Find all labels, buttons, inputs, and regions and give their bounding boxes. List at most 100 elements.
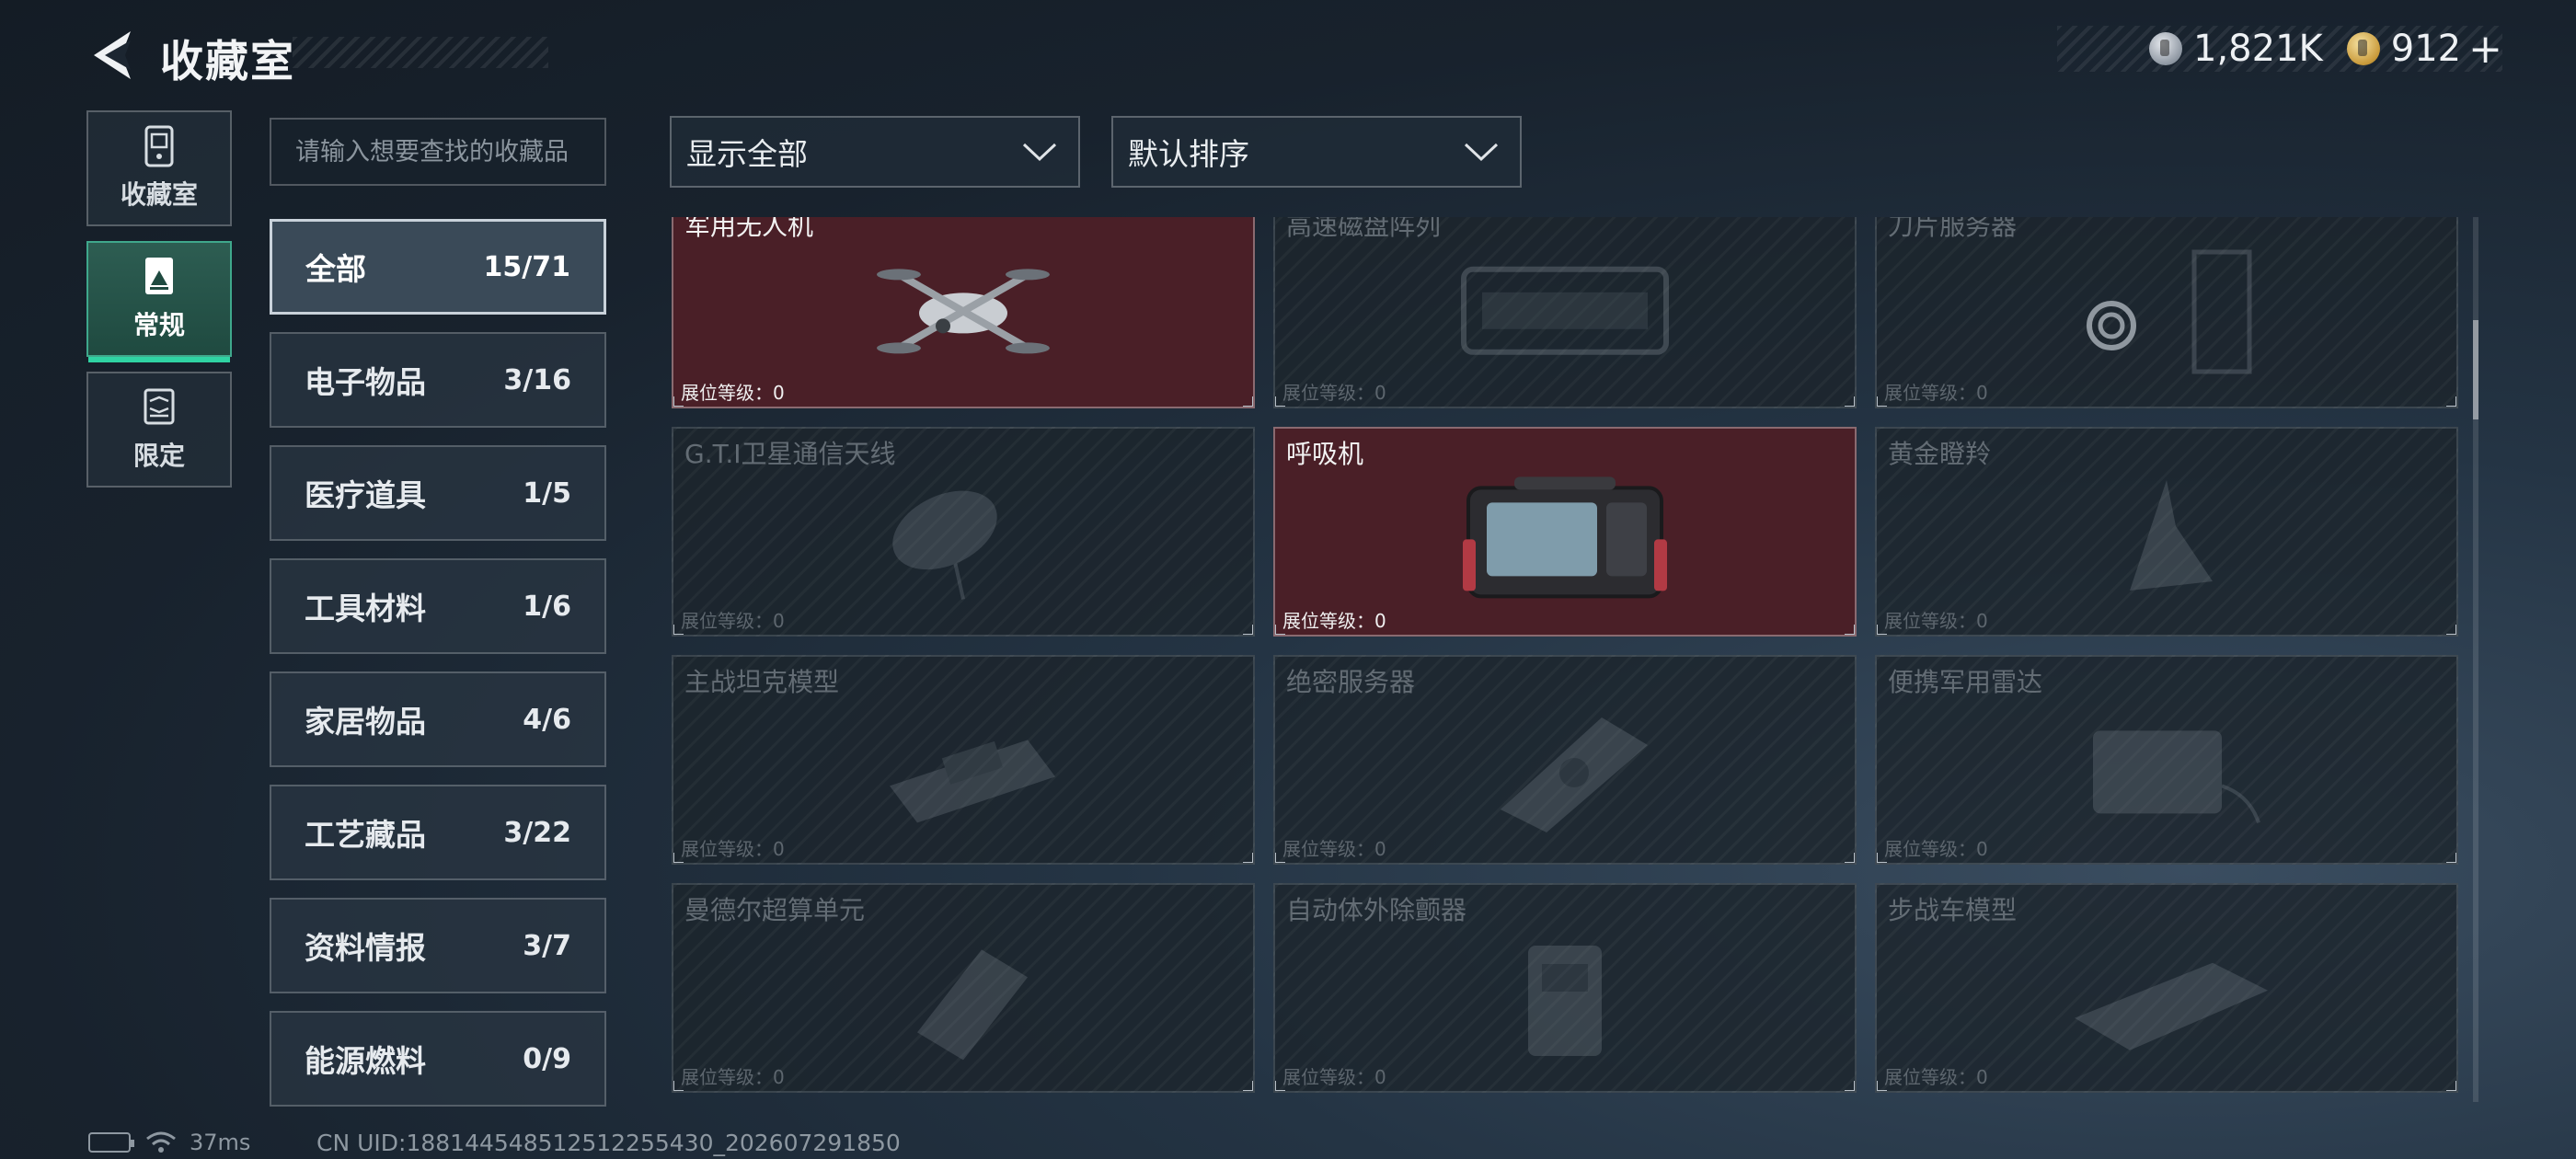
item-level: 展位等级：0 — [1282, 838, 1386, 860]
category-count: 15/71 — [483, 250, 570, 283]
item-name: 步战车模型 — [1888, 895, 2018, 925]
disk-array-icon — [1461, 266, 1669, 355]
category-name: 工艺藏品 — [305, 817, 426, 853]
collection-grid: 军用无人机 展位等级：0 高速磁盘阵列 展位等级：0 刀片服务器 展位等级：0 … — [670, 217, 2460, 1102]
rail-tab-regular[interactable]: 常规 — [86, 241, 232, 362]
collection-item-mandel-supercomputer[interactable]: 曼德尔超算单元 展位等级：0 — [672, 883, 1255, 1093]
collection-item-ventilator[interactable]: 呼吸机 展位等级：0 — [1273, 427, 1857, 637]
item-level: 展位等级：0 — [1884, 610, 1988, 632]
silver-amount: 1,821K — [2193, 28, 2323, 70]
satellite-dish-icon — [892, 490, 997, 600]
ifv-model-icon — [2075, 962, 2268, 1050]
category-count: 1/6 — [523, 590, 571, 623]
collection-item-portable-radar[interactable]: 便携军用雷达 展位等级：0 — [1875, 655, 2458, 865]
drone-icon — [877, 269, 1050, 354]
chevron-down-icon — [1464, 143, 1499, 162]
wifi-icon — [146, 1131, 176, 1153]
page-title: 收藏室 — [160, 37, 295, 87]
display-filter-value: 显示全部 — [686, 136, 808, 172]
gold-amount: 912 — [2390, 28, 2462, 70]
category-crafts[interactable]: 工艺藏品 3/22 — [270, 785, 606, 880]
limited-card-icon — [144, 388, 175, 425]
category-tools[interactable]: 工具材料 1/6 — [270, 558, 606, 654]
rail-label: 收藏室 — [120, 179, 198, 210]
category-name: 电子物品 — [305, 364, 426, 400]
category-intel[interactable]: 资料情报 3/7 — [270, 898, 606, 993]
category-household[interactable]: 家居物品 4/6 — [270, 671, 606, 767]
collection-item-disk-array[interactable]: 高速磁盘阵列 展位等级：0 — [1273, 217, 1857, 408]
radar-icon — [2093, 730, 2260, 824]
category-count: 0/9 — [523, 1042, 571, 1075]
category-count: 4/6 — [523, 703, 571, 736]
item-name: 军用无人机 — [684, 217, 814, 241]
collection-item-ifv-model[interactable]: 步战车模型 展位等级：0 — [1875, 883, 2458, 1093]
category-count: 3/7 — [523, 929, 571, 962]
collection-item-tank-model[interactable]: 主战坦克模型 展位等级：0 — [672, 655, 1255, 865]
item-level: 展位等级：0 — [681, 838, 785, 860]
item-level: 展位等级：0 — [1884, 382, 1988, 404]
rail-label: 限定 — [132, 441, 185, 471]
item-name: G.T.I卫星通信天线 — [684, 439, 896, 469]
blade-server-icon — [2087, 249, 2252, 374]
item-name: 高速磁盘阵列 — [1286, 217, 1442, 241]
item-level: 展位等级：0 — [1282, 1066, 1386, 1088]
category-name: 能源燃料 — [305, 1043, 426, 1079]
rail-tab-limited[interactable]: 限定 — [86, 372, 232, 488]
collection-item-golden-gazelle[interactable]: 黄金瞪羚 展位等级：0 — [1875, 427, 2458, 637]
sort-dropdown[interactable]: 默认排序 — [1111, 116, 1522, 188]
collection-item-blade-server[interactable]: 刀片服务器 展位等级：0 — [1875, 217, 2458, 408]
gold-coin-icon — [2346, 32, 2380, 65]
ventilator-icon — [1463, 476, 1667, 599]
category-electronics[interactable]: 电子物品 3/16 — [270, 332, 606, 428]
category-count: 1/5 — [523, 476, 571, 510]
category-name: 医疗道具 — [305, 477, 426, 513]
category-count: 3/22 — [503, 816, 571, 849]
category-name: 全部 — [305, 251, 366, 287]
item-name: 黄金瞪羚 — [1888, 439, 1992, 469]
rail-tab-collection-room[interactable]: 收藏室 — [86, 110, 232, 226]
defibrillator-icon — [1528, 946, 1602, 1056]
back-arrow-icon[interactable] — [88, 28, 136, 83]
collection-item-aed[interactable]: 自动体外除颤器 展位等级：0 — [1273, 883, 1857, 1093]
category-name: 工具材料 — [305, 591, 426, 626]
category-medical[interactable]: 医疗道具 1/5 — [270, 445, 606, 541]
item-name: 自动体外除颤器 — [1286, 895, 1467, 925]
item-level: 展位等级：0 — [681, 610, 785, 632]
tank-model-icon — [890, 740, 1055, 823]
item-level: 展位等级：0 — [1282, 610, 1386, 632]
add-currency-button[interactable]: + — [2468, 26, 2502, 73]
silver-coin-icon — [2149, 32, 2183, 65]
category-all[interactable]: 全部 15/71 — [270, 219, 606, 315]
category-count: 3/16 — [503, 363, 571, 396]
chevron-down-icon — [1022, 143, 1057, 162]
search-input[interactable] — [295, 137, 590, 166]
status-footer: 37ms — [88, 1130, 250, 1155]
cabinet-icon — [144, 125, 174, 167]
item-level: 展位等级：0 — [1884, 1066, 1988, 1088]
item-level: 展位等级：0 — [1282, 382, 1386, 404]
rail-label: 常规 — [132, 310, 185, 340]
sort-value: 默认排序 — [1128, 136, 1249, 172]
image-card-icon — [145, 258, 173, 294]
supercomputer-icon — [917, 949, 1028, 1061]
ping-value: 37ms — [190, 1130, 251, 1155]
gazelle-statue-icon — [2130, 480, 2213, 591]
item-name: 曼德尔超算单元 — [684, 895, 866, 925]
category-energy[interactable]: 能源燃料 0/9 — [270, 1011, 606, 1107]
currency-silver: 1,821K — [2149, 28, 2323, 70]
item-level: 展位等级：0 — [681, 382, 785, 404]
user-uid: CN UID:1881445485125122554​30_2026072918… — [316, 1130, 901, 1156]
collection-item-satellite-antenna[interactable]: G.T.I卫星通信天线 展位等级：0 — [672, 427, 1255, 637]
item-name: 便携军用雷达 — [1888, 667, 2043, 697]
item-level: 展位等级：0 — [1884, 838, 1988, 860]
battery-icon — [88, 1132, 134, 1153]
grid-scroll-thumb[interactable] — [2473, 320, 2478, 419]
currency-bar: 1,821K 912 + — [2057, 26, 2502, 73]
category-name: 资料情报 — [305, 930, 426, 966]
category-name: 家居物品 — [305, 704, 426, 740]
collection-item-drone[interactable]: 军用无人机 展位等级：0 — [672, 217, 1255, 408]
collection-item-secret-server[interactable]: 绝密服务器 展位等级：0 — [1273, 655, 1857, 865]
item-name: 绝密服务器 — [1286, 667, 1416, 697]
display-filter-dropdown[interactable]: 显示全部 — [670, 116, 1080, 188]
server-icon — [1501, 717, 1648, 832]
